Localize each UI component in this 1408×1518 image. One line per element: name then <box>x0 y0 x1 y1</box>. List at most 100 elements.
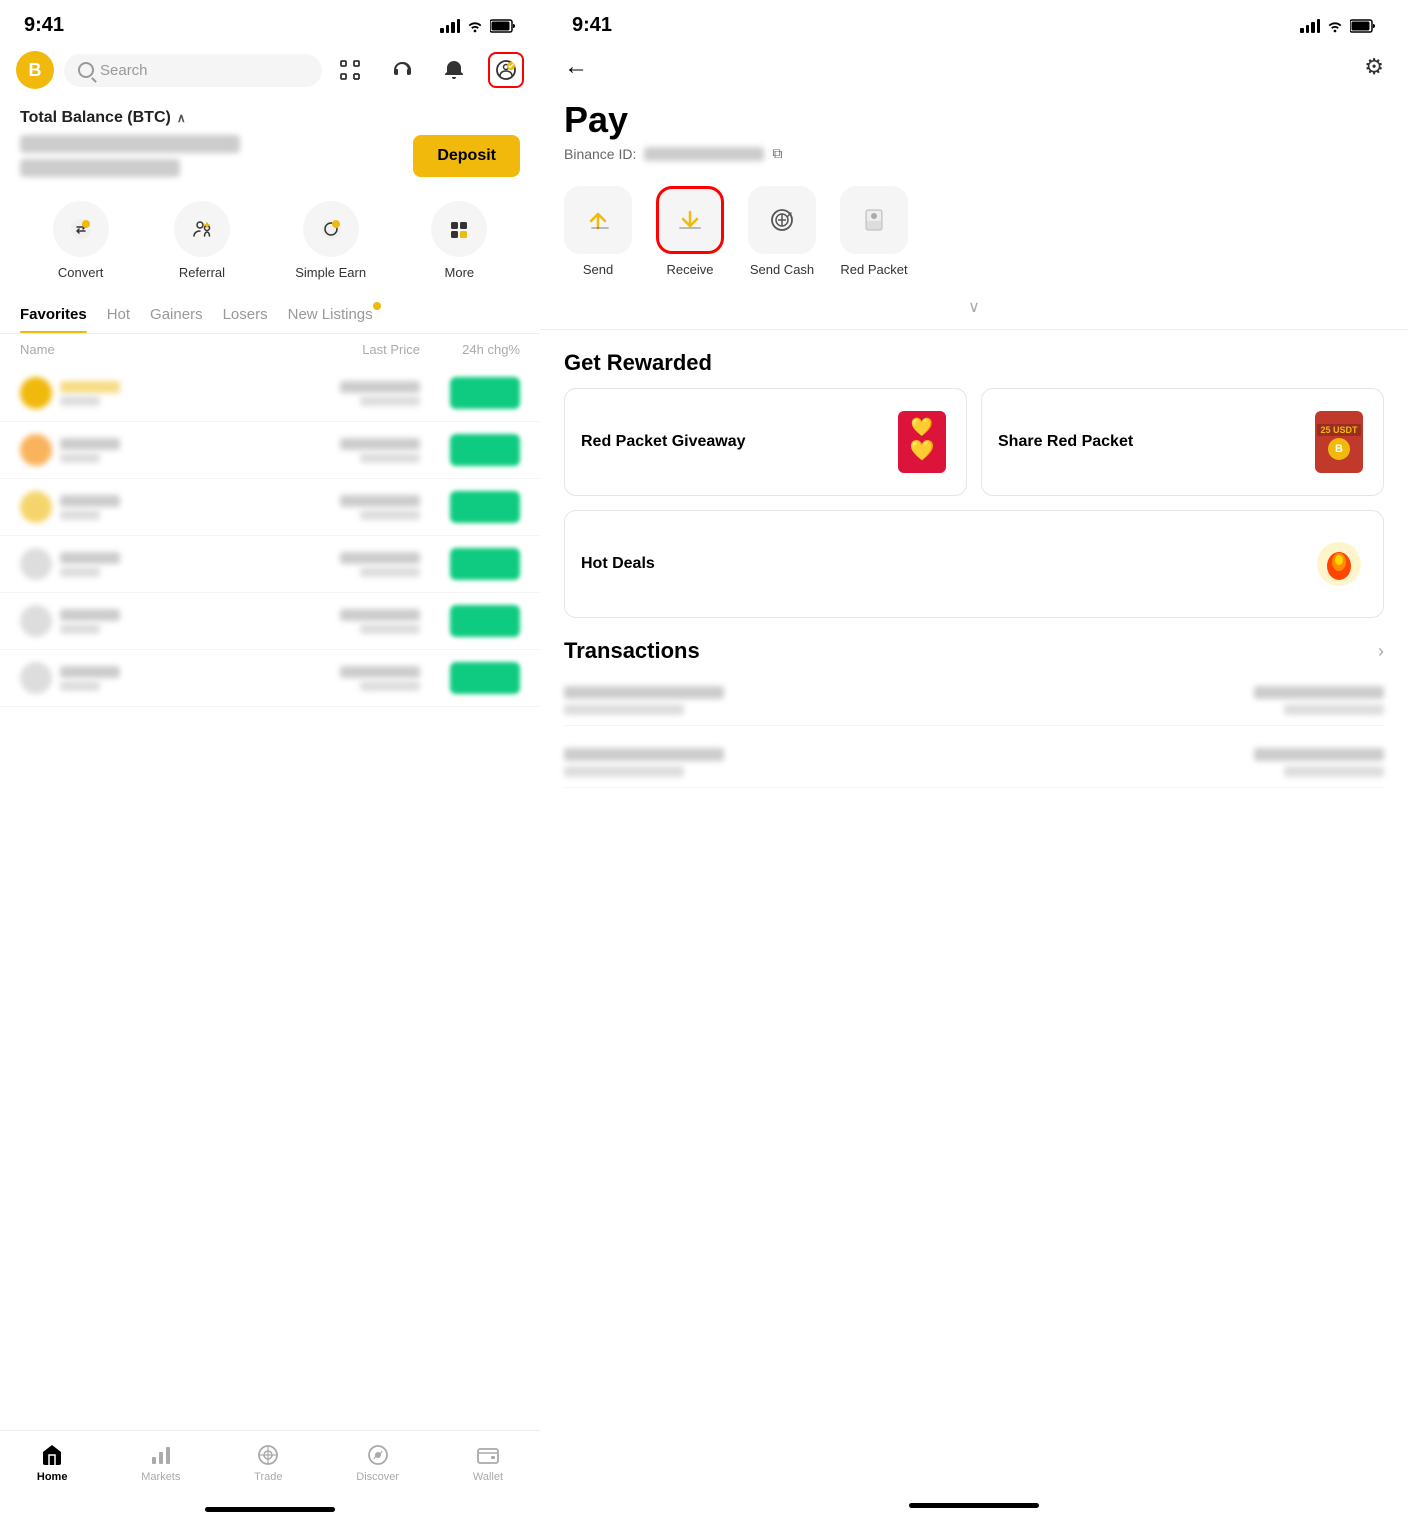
row-price-col <box>220 552 420 577</box>
row-name-col <box>20 662 220 694</box>
share-red-packet-icon: 25 USDT B <box>1311 407 1367 477</box>
row-price-col <box>220 609 420 634</box>
col-price-header: Last Price <box>220 342 420 357</box>
signal-icon-right <box>1300 19 1320 33</box>
get-rewarded-title: Get Rewarded <box>540 330 1408 388</box>
coin-icon <box>20 434 52 466</box>
tab-gainers[interactable]: Gainers <box>150 296 203 333</box>
status-bar-left: 9:41 <box>0 0 540 43</box>
deposit-button[interactable]: Deposit <box>413 135 520 177</box>
transactions-chevron-icon[interactable]: › <box>1378 641 1384 662</box>
red-packet-giveaway-title: Red Packet Giveaway <box>581 431 746 453</box>
pay-action-red-packet[interactable]: Red Packet <box>840 186 908 277</box>
row-change-col <box>420 662 520 694</box>
red-packet-label: Red Packet <box>840 262 907 277</box>
tab-new-listings[interactable]: New Listings <box>288 296 373 333</box>
col-change-header: 24h chg% <box>420 342 520 357</box>
balance-row: Deposit <box>20 135 520 177</box>
time-left: 9:41 <box>24 14 64 37</box>
quick-actions: Convert Referral <box>0 185 540 296</box>
market-table <box>0 365 540 1430</box>
tab-row: Favorites Hot Gainers Losers New Listing… <box>20 296 520 333</box>
nav-markets[interactable]: Markets <box>141 1443 180 1483</box>
tab-losers[interactable]: Losers <box>223 296 268 333</box>
coin-info <box>60 666 120 691</box>
coin-info <box>60 495 120 520</box>
red-packet-giveaway-icon: 💛 <box>894 407 950 477</box>
coin-icon <box>20 548 52 580</box>
table-row[interactable] <box>0 593 540 650</box>
row-price-col <box>220 381 420 406</box>
binance-logo[interactable]: B <box>16 51 54 89</box>
settings-button[interactable]: ⚙ <box>1364 54 1384 80</box>
table-row[interactable] <box>0 650 540 707</box>
row-name-col <box>20 605 220 637</box>
balance-title[interactable]: Total Balance (BTC) ∧ <box>20 109 520 127</box>
share-red-packet-card[interactable]: Share Red Packet 25 USDT B <box>981 388 1384 496</box>
tx-name <box>564 748 724 761</box>
balance-value <box>20 135 240 153</box>
scan-icon <box>339 59 361 81</box>
row-name-col <box>20 434 220 466</box>
row-name-col <box>20 491 220 523</box>
tx-right <box>1254 686 1384 715</box>
balance-secondary <box>20 159 180 177</box>
nav-wallet[interactable]: Wallet <box>473 1443 503 1483</box>
hot-deals-card[interactable]: Hot Deals <box>564 510 1384 618</box>
pay-action-receive[interactable]: Receive <box>656 186 724 277</box>
row-name-col <box>20 548 220 580</box>
tx-status <box>1284 704 1384 715</box>
simple-earn-icon <box>303 201 359 257</box>
nav-discover[interactable]: Discover <box>356 1443 399 1483</box>
red-packet-giveaway-card[interactable]: Red Packet Giveaway 💛 <box>564 388 967 496</box>
copy-icon[interactable]: ⧉ <box>772 145 782 162</box>
nav-trade[interactable]: Trade <box>254 1443 282 1483</box>
nav-home[interactable]: Home <box>37 1443 68 1483</box>
referral-action[interactable]: Referral <box>174 201 230 280</box>
search-bar[interactable]: Search <box>64 54 322 87</box>
pay-button[interactable] <box>488 52 524 88</box>
headset-button[interactable] <box>384 52 420 88</box>
tx-date <box>564 766 684 777</box>
nav-trade-label: Trade <box>254 1471 282 1483</box>
receive-icon <box>656 186 724 254</box>
nav-discover-label: Discover <box>356 1471 399 1483</box>
balance-section: Total Balance (BTC) ∧ Deposit <box>0 97 540 185</box>
table-header: Name Last Price 24h chg% <box>0 334 540 365</box>
more-action[interactable]: More <box>431 201 487 280</box>
table-row[interactable] <box>0 479 540 536</box>
table-row[interactable] <box>0 422 540 479</box>
send-cash-label: Send Cash <box>750 262 814 277</box>
tx-left <box>564 686 724 715</box>
transaction-row[interactable] <box>564 676 1384 726</box>
transaction-row[interactable] <box>564 738 1384 788</box>
more-icon <box>431 201 487 257</box>
row-price-col <box>220 666 420 691</box>
transactions-title: Transactions <box>564 638 700 664</box>
tx-date <box>564 704 684 715</box>
table-row[interactable] <box>0 536 540 593</box>
tab-favorites[interactable]: Favorites <box>20 296 87 333</box>
tx-name <box>564 686 724 699</box>
row-change-col <box>420 548 520 580</box>
convert-action[interactable]: Convert <box>53 201 109 280</box>
chevron-down[interactable]: ∨ <box>540 293 1408 329</box>
convert-icon <box>53 201 109 257</box>
status-icons-left <box>440 19 516 33</box>
signal-icon <box>440 19 460 33</box>
bell-button[interactable] <box>436 52 472 88</box>
simple-earn-action[interactable]: Simple Earn <box>295 201 366 280</box>
table-row[interactable] <box>0 365 540 422</box>
pay-action-send[interactable]: Send <box>564 186 632 277</box>
send-label: Send <box>583 262 613 277</box>
simple-earn-label: Simple Earn <box>295 265 366 280</box>
tab-hot[interactable]: Hot <box>107 296 130 333</box>
scan-button[interactable] <box>332 52 368 88</box>
coin-info <box>60 381 120 406</box>
wallet-icon <box>476 1443 500 1467</box>
tx-right <box>1254 748 1384 777</box>
status-icons-right <box>1300 19 1376 33</box>
coin-icon <box>20 605 52 637</box>
pay-action-send-cash[interactable]: Send Cash <box>748 186 816 277</box>
back-button[interactable]: ← <box>564 53 588 81</box>
